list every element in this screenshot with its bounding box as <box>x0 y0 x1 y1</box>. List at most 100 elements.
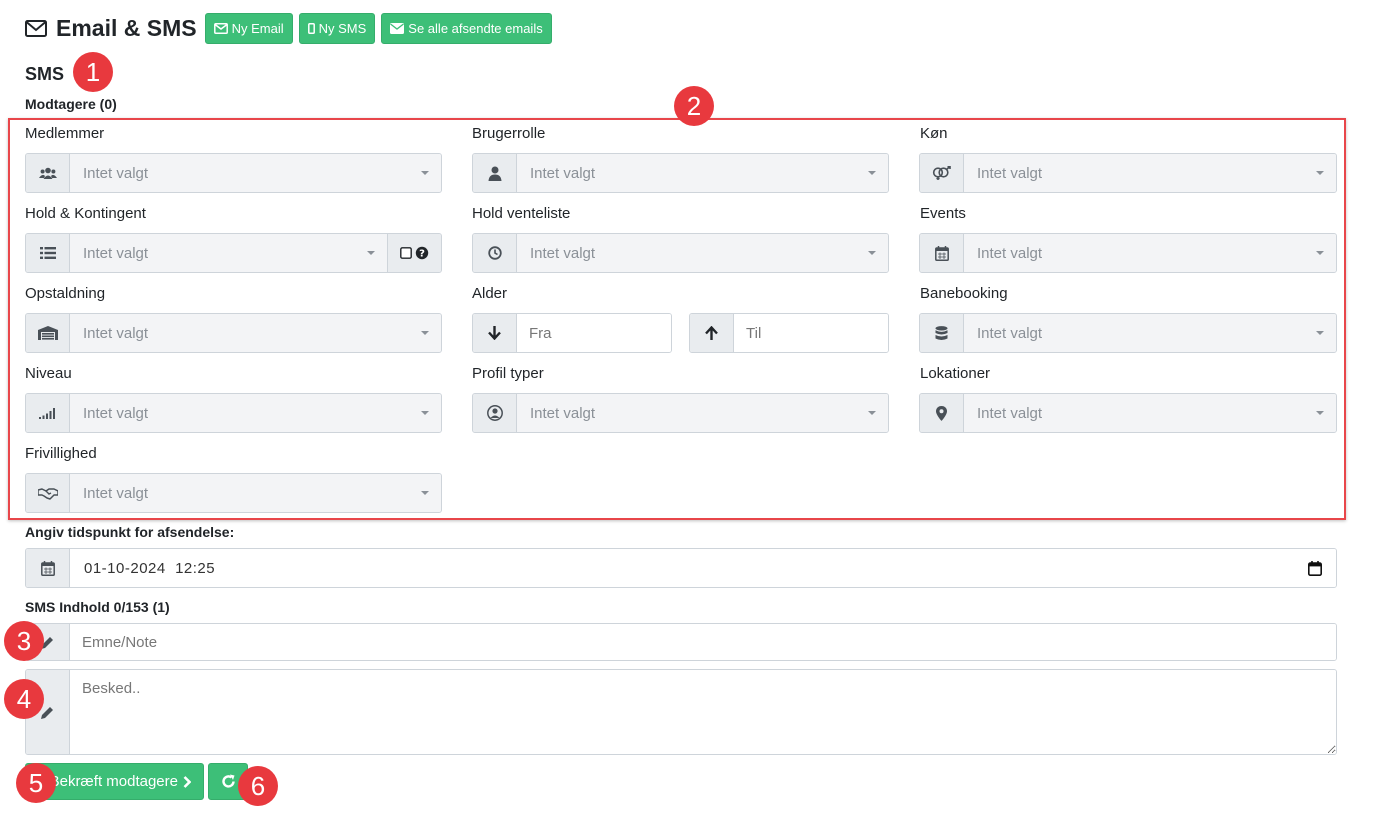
confirm-recipients-label: Bekræft modtagere <box>49 773 178 790</box>
age-to-field[interactable] <box>689 313 889 353</box>
court-booking-select[interactable]: Intet valgt <box>919 313 1337 353</box>
gender-value: Intet valgt <box>977 164 1043 182</box>
events-label: Events <box>920 205 966 222</box>
help-icon[interactable]: ? <box>415 246 429 260</box>
envelope-icon <box>25 19 47 37</box>
caret-down-icon <box>1316 251 1324 255</box>
locations-label: Lokationer <box>920 365 991 382</box>
user-circle-icon <box>473 394 517 432</box>
team-extra-controls: ? <box>387 234 441 272</box>
envelope-icon <box>213 22 228 34</box>
list-icon <box>26 234 70 272</box>
new-email-button[interactable]: Ny Email <box>204 12 293 44</box>
caret-down-icon <box>868 171 876 175</box>
caret-down-icon <box>421 331 429 335</box>
calendar-icon <box>26 549 70 587</box>
schedule-datetime-field[interactable]: 01-10-2024 12:25 <box>25 548 1337 588</box>
events-value: Intet valgt <box>977 244 1043 262</box>
message-textarea[interactable] <box>70 670 1336 754</box>
events-select[interactable]: Intet valgt <box>919 233 1337 273</box>
caret-down-icon <box>1316 171 1324 175</box>
caret-down-icon <box>1316 331 1324 335</box>
calendar-icon <box>920 234 964 272</box>
page-title: Email & SMS <box>56 14 197 41</box>
user-role-label: Brugerrolle <box>472 125 546 142</box>
caret-down-icon <box>868 411 876 415</box>
team-select[interactable]: Intet valgt ? <box>25 233 442 273</box>
team-waitlist-label: Hold venteliste <box>472 205 571 222</box>
level-select[interactable]: Intet valgt <box>25 393 442 433</box>
stabling-label: Opstaldning <box>25 285 106 302</box>
new-email-label: Ny Email <box>231 20 284 36</box>
date-picker-icon[interactable] <box>1308 560 1322 576</box>
arrow-up-icon <box>690 314 734 352</box>
annotation-badge-5: 5 <box>16 763 56 803</box>
caret-down-icon <box>868 251 876 255</box>
caret-down-icon <box>1316 411 1324 415</box>
user-role-select[interactable]: Intet valgt <box>472 153 889 193</box>
members-label: Medlemmer <box>25 125 105 142</box>
age-to-input[interactable] <box>734 314 888 352</box>
caret-down-icon <box>367 251 375 255</box>
mobile-icon <box>307 22 315 34</box>
team-waitlist-value: Intet valgt <box>530 244 596 262</box>
database-icon <box>920 314 964 352</box>
sms-content-label: SMS Indhold 0/153 (1) <box>25 599 170 615</box>
arrow-down-icon <box>473 314 517 352</box>
caret-down-icon <box>421 491 429 495</box>
envelope-filled-icon <box>390 22 405 34</box>
chevron-right-icon <box>183 775 191 788</box>
level-value: Intet valgt <box>83 404 149 422</box>
volunteering-label: Frivillighed <box>25 445 97 462</box>
user-icon <box>473 154 517 192</box>
age-from-input[interactable] <box>517 314 671 352</box>
see-sent-emails-label: Se alle afsendte emails <box>408 20 543 36</box>
annotation-badge-3: 3 <box>4 621 44 661</box>
section-title: SMS <box>25 64 65 84</box>
handshake-icon <box>26 474 70 512</box>
checkbox-icon[interactable] <box>400 247 412 259</box>
annotation-badge-4: 4 <box>4 679 44 719</box>
subject-field[interactable] <box>25 623 1337 661</box>
members-value: Intet valgt <box>83 164 149 182</box>
svg-text:?: ? <box>419 249 425 260</box>
age-from-field[interactable] <box>472 313 672 353</box>
locations-value: Intet valgt <box>977 404 1043 422</box>
gender-icon <box>920 154 964 192</box>
message-field[interactable] <box>25 669 1337 755</box>
age-label: Alder <box>472 285 508 302</box>
court-booking-label: Banebooking <box>920 285 1008 302</box>
signal-icon <box>26 394 70 432</box>
see-sent-emails-button[interactable]: Se alle afsendte emails <box>381 12 552 44</box>
new-sms-label: Ny SMS <box>318 20 367 36</box>
team-waitlist-select[interactable]: Intet valgt <box>472 233 889 273</box>
locations-select[interactable]: Intet valgt <box>919 393 1337 433</box>
users-icon <box>26 154 70 192</box>
recipients-count: Modtagere (0) <box>25 96 117 112</box>
new-sms-button[interactable]: Ny SMS <box>298 12 376 44</box>
annotation-badge-6: 6 <box>238 766 278 806</box>
volunteering-value: Intet valgt <box>83 484 149 502</box>
warehouse-icon <box>26 314 70 352</box>
page-header: Email & SMS Ny Email Ny SMS Se alle afse… <box>25 12 558 44</box>
schedule-datetime-value[interactable]: 01-10-2024 12:25 <box>84 560 215 577</box>
volunteering-select[interactable]: Intet valgt <box>25 473 442 513</box>
members-select[interactable]: Intet valgt <box>25 153 442 193</box>
profile-types-select[interactable]: Intet valgt <box>472 393 889 433</box>
court-booking-value: Intet valgt <box>977 324 1043 342</box>
stabling-select[interactable]: Intet valgt <box>25 313 442 353</box>
profile-types-label: Profil typer <box>472 365 544 382</box>
team-value: Intet valgt <box>83 244 149 262</box>
stabling-value: Intet valgt <box>83 324 149 342</box>
level-label: Niveau <box>25 365 72 382</box>
team-label: Hold & Kontingent <box>25 205 146 222</box>
user-role-value: Intet valgt <box>530 164 596 182</box>
subject-input[interactable] <box>70 624 1336 660</box>
caret-down-icon <box>421 171 429 175</box>
gender-select[interactable]: Intet valgt <box>919 153 1337 193</box>
gender-label: Køn <box>920 125 948 142</box>
schedule-label: Angiv tidspunkt for afsendelse: <box>25 524 235 540</box>
map-marker-icon <box>920 394 964 432</box>
annotation-badge-2: 2 <box>674 86 714 126</box>
annotation-badge-1: 1 <box>73 52 113 92</box>
